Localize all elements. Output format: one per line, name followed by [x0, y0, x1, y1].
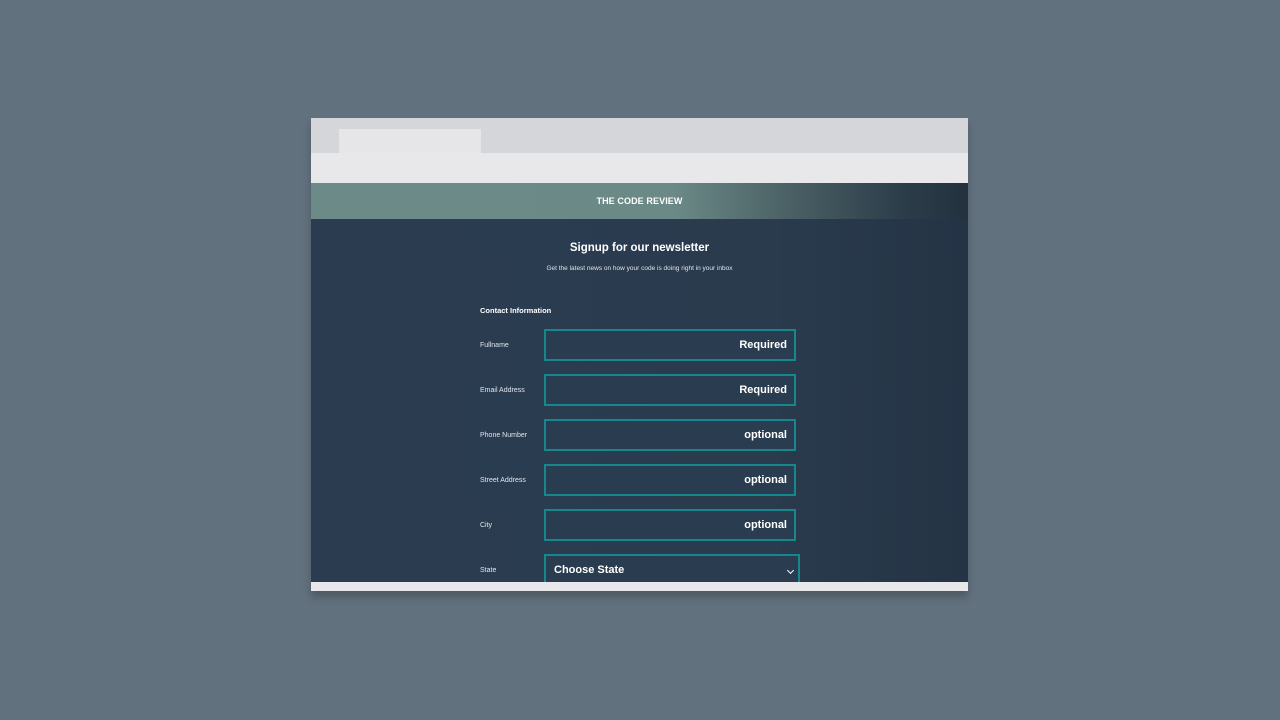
contact-section-title: Contact Information	[480, 306, 552, 315]
address-bar[interactable]	[311, 153, 968, 183]
state-label: State	[480, 567, 497, 574]
city-row: City	[480, 509, 800, 545]
email-input[interactable]	[544, 374, 796, 406]
state-row: State Choose State	[480, 554, 800, 582]
page-viewport: THE CODE REVIEW Signup for our newslette…	[311, 183, 968, 582]
browser-bottom-bar	[311, 582, 968, 591]
tab-strip	[311, 118, 968, 153]
signup-subtitle: Get the latest news on how your code is …	[546, 265, 733, 272]
state-select[interactable]: Choose State	[544, 554, 800, 582]
street-input[interactable]	[544, 464, 796, 496]
phone-row: Phone Number	[480, 419, 800, 455]
city-input[interactable]	[544, 509, 796, 541]
fullname-input[interactable]	[544, 329, 796, 361]
fullname-row: Fullname	[480, 329, 800, 365]
signup-title: Signup for our newsletter	[569, 242, 710, 254]
browser-tab[interactable]	[339, 129, 481, 153]
state-select-value: Choose State	[554, 564, 625, 576]
email-label: Email Address	[480, 387, 525, 394]
fullname-label: Fullname	[480, 342, 509, 349]
city-label: City	[480, 522, 493, 529]
browser-window: THE CODE REVIEW Signup for our newslette…	[311, 118, 968, 591]
phone-label: Phone Number	[480, 432, 528, 439]
phone-input[interactable]	[544, 419, 796, 451]
site-header: THE CODE REVIEW	[311, 183, 968, 219]
email-row: Email Address	[480, 374, 800, 410]
street-row: Street Address	[480, 464, 800, 500]
site-title: THE CODE REVIEW	[596, 196, 683, 206]
street-label: Street Address	[480, 477, 526, 484]
chevron-down-icon	[786, 566, 795, 575]
